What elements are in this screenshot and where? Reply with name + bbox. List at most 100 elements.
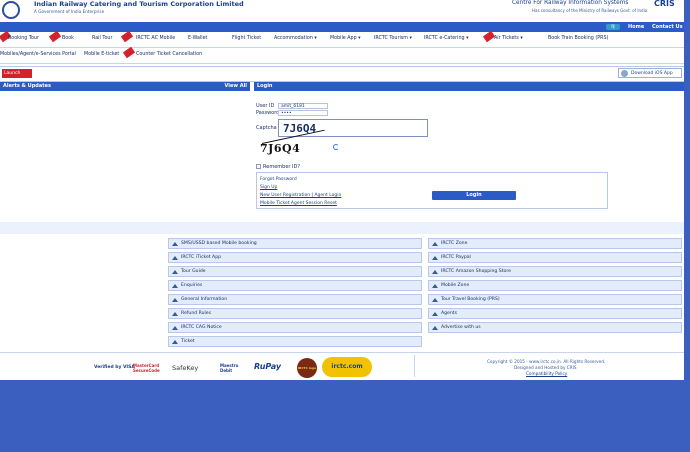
menu-item[interactable]: Flight Ticket [232,36,261,41]
refresh-captcha-icon[interactable] [333,144,339,150]
captcha-label: Captcha [256,125,277,131]
quick-link-left[interactable]: Tour Guide [168,266,422,277]
new-tag-icon [122,46,136,59]
quick-link-right[interactable]: IRCTC Paypal [428,252,682,263]
remember-label: Remember ID? [263,164,301,170]
new-tag-icon [48,30,62,43]
arrow-up-icon [172,270,178,274]
contact-link[interactable]: Contact Us [652,23,683,31]
arrow-up-icon [432,242,438,246]
quick-link-left[interactable]: Ticket [168,336,422,347]
arrow-up-icon [432,298,438,302]
main-menu: Booking Tour Book Rail Tour IRCTC AC Mob… [0,30,684,48]
remember-checkbox[interactable] [256,164,261,169]
captcha-image: 7J6Q4 [260,142,301,155]
alerts-title: Alerts & Updates [3,83,51,89]
arrow-up-icon [172,298,178,302]
quick-link-right[interactable]: Agents [428,308,682,319]
cris-logo: CRIS [654,0,675,8]
page: Indian Railway Catering and Tourism Corp… [0,0,684,380]
login-title: Login [257,83,273,89]
view-all-link[interactable]: View All [224,82,247,91]
arrow-up-icon [172,256,178,260]
org-subtitle: A Government of India Enterprise [34,9,105,14]
arrow-up-icon [172,242,178,246]
menu-item[interactable]: Book [62,36,74,41]
irctc-emblem-logo: IRCTC logo [297,358,317,378]
password-input[interactable]: •••• [278,110,328,116]
compatibility-link[interactable]: Compatibility Policy [526,371,567,376]
new-user-link[interactable]: New User Registration | Agent Login [260,193,341,198]
rupay-logo: RuPay [254,362,282,371]
separator-band [0,222,684,234]
password-label: Password [256,110,280,116]
download-ios-button[interactable]: Download iOS App [618,68,682,78]
arrow-up-icon [172,284,178,288]
login-button[interactable]: Login [432,191,516,200]
designed-by-text: Designed and Hosted by CRIS [514,365,577,370]
mastercard-securecode-logo: MasterCard SecureCode [133,363,160,373]
menu-item[interactable]: Accommodation ▾ [274,36,317,41]
alerts-panel: Alerts & Updates View All [0,82,250,222]
quick-link-right[interactable]: Tour Travel Booking (PRS) [428,294,682,305]
footer-divider [0,352,684,353]
submenu-item[interactable]: Mobiles/Agent/e-Services Portal [0,52,76,57]
menu-item[interactable]: Rail Tour [92,36,112,41]
cris-title: Centre For Railway Information Systems [512,0,629,6]
home-link[interactable]: Home [628,23,644,31]
download-ios-label: Download iOS App [631,71,673,76]
org-title: Indian Railway Catering and Tourism Corp… [34,0,244,8]
copyright-text: Copyright © 2015 - www.irctc.co.in. All … [487,359,606,364]
verified-by-visa-logo: Verified by VISA [94,365,135,370]
user-id-label: User ID [256,103,275,109]
footer-vertical-divider [414,355,415,377]
arrow-up-icon [172,326,178,330]
menu-item[interactable]: Air Tickets ▾ [494,36,523,41]
menu-item[interactable]: Book Train Booking (PRS) [548,36,608,41]
quick-link-left[interactable]: IRCTC CAG Notice [168,322,422,333]
quick-link-left[interactable]: Refund Rules [168,308,422,319]
sub-menu: Mobiles/Agent/e-Services Portal Mobile E… [0,46,684,64]
quick-link-right[interactable]: IRCTC Amazon Shopping Store [428,266,682,277]
submenu-item[interactable]: Counter Ticket Cancellation [136,52,202,57]
quick-link-left[interactable]: SMS/USSD based Mobile booking [168,238,422,249]
signup-link[interactable]: Sign Up [260,185,277,190]
quick-link-left[interactable]: General Information [168,294,422,305]
arrow-up-icon [432,284,438,288]
submenu-item[interactable]: Mobile E-ticket [84,52,119,57]
quick-link-right[interactable]: Advertise with us [428,322,682,333]
quick-link-left[interactable]: Enquiries [168,280,422,291]
arrow-up-icon [432,270,438,274]
arrow-up-icon [432,312,438,316]
menu-item[interactable]: IRCTC AC Mobile [136,36,175,41]
maestro-logo: Maestro Debit [220,363,239,373]
alerts-header: Alerts & Updates View All [0,82,250,91]
mobile-reset-link[interactable]: Mobile Ticket Agent Session Reset [260,201,337,206]
launch-badge[interactable]: Launch [2,69,32,78]
arrow-up-icon [432,256,438,260]
forgot-password-link[interactable]: Forgot Password [260,177,297,182]
language-toggle[interactable]: हिं [606,24,620,30]
arrow-up-icon [432,326,438,330]
irctc-logo-icon [2,1,20,19]
announcement-bar: Launch Download iOS App [0,66,684,82]
arrow-up-icon [172,312,178,316]
menu-item[interactable]: E-Wallet [188,36,207,41]
menu-item[interactable]: Mobile App ▾ [330,36,361,41]
arrow-up-icon [172,340,178,344]
top-header: Indian Railway Catering and Tourism Corp… [0,0,684,22]
quick-link-left[interactable]: IRCTC iTicket App [168,252,422,263]
quick-link-right[interactable]: Mobile Zone [428,280,682,291]
user-id-input[interactable]: amit_6181 [278,103,328,109]
login-header: Login [254,82,684,91]
cris-subtitle: Has consultancy of the Ministry of Railw… [532,8,648,13]
quick-link-right[interactable]: IRCTC Zone [428,238,682,249]
menu-item[interactable]: IRCTC e-Catering ▾ [424,36,469,41]
safekey-logo: SafeKey [172,364,199,372]
irctc-com-logo: irctc.com [322,357,372,377]
top-nav: हिं Home Contact Us [0,22,684,32]
menu-item[interactable]: Booking Tour [8,36,39,41]
new-tag-icon [120,30,134,43]
apple-icon [621,70,628,77]
menu-item[interactable]: IRCTC Tourism ▾ [374,36,412,41]
